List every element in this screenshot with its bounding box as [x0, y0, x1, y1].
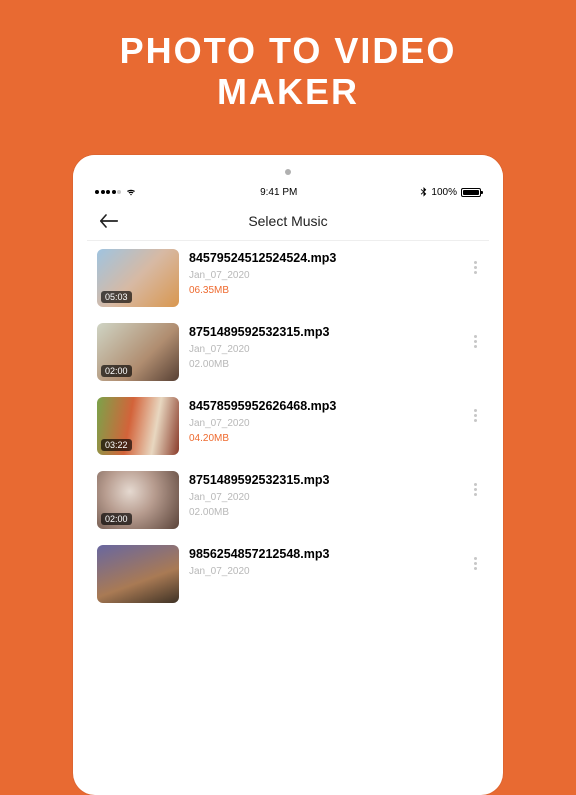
filename: 8751489592532315.mp3	[189, 325, 457, 339]
filename: 84579524512524524.mp3	[189, 251, 457, 265]
thumbnail	[97, 545, 179, 603]
file-date: Jan_07_2020	[189, 270, 457, 281]
file-date: Jan_07_2020	[189, 492, 457, 503]
file-size: 06.35MB	[189, 285, 457, 296]
dots-vertical-icon	[474, 335, 477, 338]
hero-line1: PHOTO TO VIDEO	[0, 30, 576, 71]
thumbnail: 02:00	[97, 323, 179, 381]
hero-line2: MAKER	[0, 71, 576, 112]
file-size: 04.20MB	[189, 433, 457, 444]
thumbnail: 03:22	[97, 397, 179, 455]
file-date: Jan_07_2020	[189, 344, 457, 355]
item-meta: 84578595952626468.mp3 Jan_07_2020 04.20M…	[189, 397, 457, 444]
filename: 84578595952626468.mp3	[189, 399, 457, 413]
status-left	[95, 187, 137, 197]
filename: 9856254857212548.mp3	[189, 547, 457, 561]
hero-title: PHOTO TO VIDEO MAKER	[0, 0, 576, 113]
duration-badge: 02:00	[101, 513, 132, 525]
file-size: 02.00MB	[189, 359, 457, 370]
back-button[interactable]	[97, 209, 121, 233]
dots-vertical-icon	[474, 409, 477, 412]
tablet-camera	[285, 169, 291, 175]
duration-badge: 02:00	[101, 365, 132, 377]
file-date: Jan_07_2020	[189, 418, 457, 429]
item-meta: 84579524512524524.mp3 Jan_07_2020 06.35M…	[189, 249, 457, 296]
status-right: 100%	[420, 187, 481, 198]
list-item[interactable]: 05:03 84579524512524524.mp3 Jan_07_2020 …	[87, 241, 489, 315]
more-button[interactable]	[467, 549, 483, 577]
list-item[interactable]: 9856254857212548.mp3 Jan_07_2020	[87, 537, 489, 611]
music-list[interactable]: 05:03 84579524512524524.mp3 Jan_07_2020 …	[87, 241, 489, 781]
item-meta: 9856254857212548.mp3 Jan_07_2020	[189, 545, 457, 577]
dots-vertical-icon	[474, 261, 477, 264]
duration-badge: 05:03	[101, 291, 132, 303]
status-battery-pct: 100%	[431, 187, 457, 198]
app-header: Select Music	[87, 201, 489, 241]
list-item[interactable]: 03:22 84578595952626468.mp3 Jan_07_2020 …	[87, 389, 489, 463]
dots-vertical-icon	[474, 483, 477, 486]
tablet-bezel	[73, 155, 503, 183]
duration-badge: 03:22	[101, 439, 132, 451]
dots-vertical-icon	[474, 557, 477, 560]
item-meta: 8751489592532315.mp3 Jan_07_2020 02.00MB	[189, 323, 457, 370]
battery-icon	[461, 188, 481, 197]
item-meta: 8751489592532315.mp3 Jan_07_2020 02.00MB	[189, 471, 457, 518]
thumbnail: 02:00	[97, 471, 179, 529]
tablet-frame: 9:41 PM 100% Select Music 05:03	[73, 155, 503, 795]
file-size: 02.00MB	[189, 507, 457, 518]
page-title: Select Music	[87, 213, 489, 229]
file-date: Jan_07_2020	[189, 566, 457, 577]
signal-dots-icon	[95, 190, 121, 194]
status-bar: 9:41 PM 100%	[87, 183, 489, 201]
more-button[interactable]	[467, 475, 483, 503]
more-button[interactable]	[467, 401, 483, 429]
arrow-left-icon	[100, 214, 118, 228]
bluetooth-icon	[420, 187, 427, 198]
wifi-icon	[125, 187, 137, 197]
more-button[interactable]	[467, 253, 483, 281]
screen: 9:41 PM 100% Select Music 05:03	[87, 183, 489, 781]
status-time: 9:41 PM	[260, 187, 297, 198]
filename: 8751489592532315.mp3	[189, 473, 457, 487]
more-button[interactable]	[467, 327, 483, 355]
list-item[interactable]: 02:00 8751489592532315.mp3 Jan_07_2020 0…	[87, 315, 489, 389]
list-item[interactable]: 02:00 8751489592532315.mp3 Jan_07_2020 0…	[87, 463, 489, 537]
thumbnail: 05:03	[97, 249, 179, 307]
